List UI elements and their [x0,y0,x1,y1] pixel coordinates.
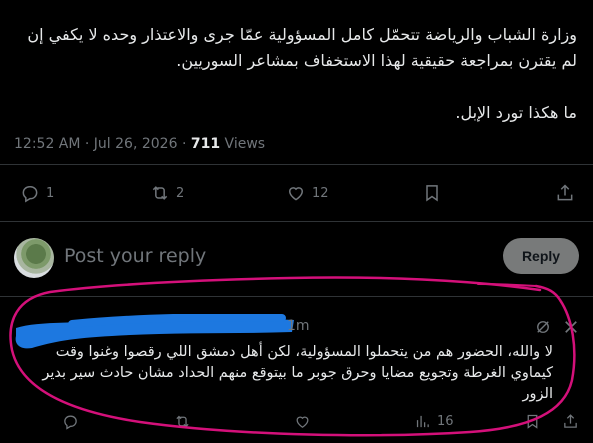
reply-count: 1 [46,185,55,201]
share-icon [564,413,577,428]
like-count: 12 [312,185,329,201]
reply-action[interactable]: 1 [20,178,54,208]
more-icon[interactable] [562,318,580,336]
tweet-text-line: لم يقترن بمراجعة حقيقية لهذا الاستخفاف ب… [176,51,577,70]
comment-views-count: 16 [437,413,454,429]
reply-composer: Post your reply Reply [14,236,579,280]
views-label: Views [220,136,266,152]
like-action[interactable]: 12 [286,178,329,208]
grok-icon[interactable] [534,318,552,336]
comment-reply-action[interactable] [62,410,79,432]
comment-text-line: لا والله، الحضور هم من يتحملوا المسؤولية… [55,344,553,360]
views-count: 711 [190,136,221,152]
comment-text-line: الزور [522,386,553,402]
comment-actions: 16 [0,410,593,432]
comment-time: 1m [287,318,310,334]
comment-share-action[interactable] [562,410,579,432]
reply-input[interactable]: Post your reply [64,245,206,267]
divider [0,296,593,297]
avatar[interactable] [14,238,54,278]
like-icon [296,416,309,428]
repost-action[interactable]: 2 [150,178,184,208]
comment-bookmark-action[interactable] [524,410,541,432]
comment-like-action[interactable] [294,410,311,432]
divider [0,164,593,165]
bookmark-action[interactable] [422,178,442,208]
views-icon [416,415,429,427]
comment-text-line: كيماوي الغرطة وتجويع مضايا وحرق جوبر ما … [42,365,553,381]
comment-header: 1m [12,314,582,349]
tweet-actions: 1 2 12 [0,178,593,208]
comment-views-action[interactable]: 16 [414,410,454,432]
tweet-text-line: وزارة الشباب والرياضة تتحمّل كامل المسؤو… [27,25,577,44]
tweet-text-line: ما هكذا تورد الإبل. [455,103,577,122]
tweet-timestamp[interactable]: 12:52 AM · Jul 26, 2026 [14,136,178,152]
comment-repost-action[interactable] [174,410,191,432]
comment-text: لا والله، الحضور هم من يتحملوا المسؤولية… [13,342,553,405]
bookmark-icon [527,414,538,429]
divider [0,221,593,222]
reply-icon [64,415,77,430]
reply-icon [22,186,38,203]
like-icon [288,187,304,201]
repost-icon [176,415,189,427]
tweet-text: وزارة الشباب والرياضة تتحمّل كامل المسؤو… [17,22,577,126]
meta-separator: · [177,136,191,152]
bookmark-icon [426,185,438,202]
repost-icon [152,186,168,200]
tweet-meta: 12:52 AM · Jul 26, 2026 · 711 Views [14,136,265,152]
share-action[interactable] [555,178,575,208]
reply-button[interactable]: Reply [503,238,579,274]
share-icon [557,184,573,201]
repost-count: 2 [176,185,185,201]
